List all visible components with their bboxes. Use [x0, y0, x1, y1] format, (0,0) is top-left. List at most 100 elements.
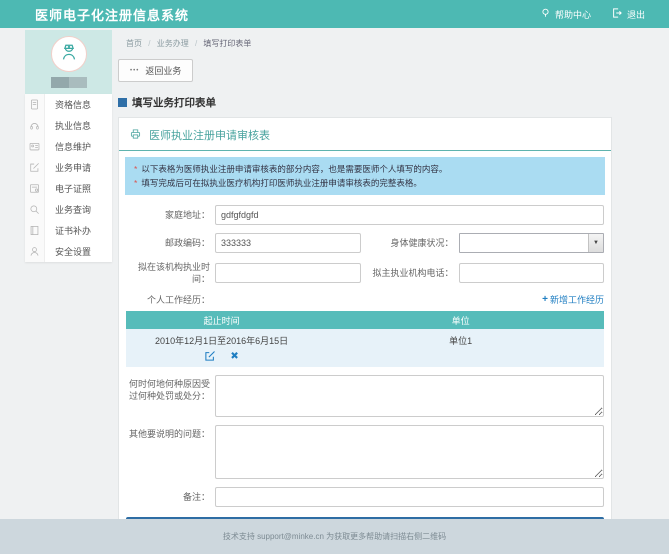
org-phone-field[interactable] — [459, 263, 605, 283]
sidebar-item-business-application[interactable]: 业务申请 — [25, 157, 112, 178]
footer-text: 技术支持 support@minke.cn 为获取更多帮助请扫描右侧二维码 — [223, 531, 446, 542]
top-bar: 医师电子化注册信息系统 帮助中心 退出 — [0, 0, 669, 28]
lightbulb-icon — [540, 7, 551, 21]
certificate-icon — [25, 178, 45, 199]
org-phone-label: 拟主执业机构电话： — [366, 267, 454, 279]
plus-icon: + — [542, 294, 548, 305]
punishment-label: 何时何地何种原因受过何种处罚或处分： — [126, 375, 210, 402]
postal-code-field[interactable] — [215, 233, 361, 253]
sidebar-menu: 资格信息 执业信息 信息维护 业务申请 电子证照 — [25, 94, 112, 262]
id-card-icon — [25, 136, 45, 157]
health-status-label: 身体健康状况： — [366, 237, 454, 249]
practice-time-label: 拟在该机构执业时间： — [126, 261, 210, 285]
home-address-label: 家庭地址： — [126, 209, 210, 221]
postal-code-label: 邮政编码： — [126, 237, 210, 249]
logout-icon — [611, 7, 623, 21]
add-work-experience-label: 新增工作经历 — [550, 293, 604, 306]
sidebar-item-qualification-info[interactable]: 资格信息 — [25, 94, 112, 115]
logout-link[interactable]: 退出 — [611, 7, 645, 21]
help-center-label: 帮助中心 — [555, 8, 591, 21]
content-layout: 资格信息 执业信息 信息维护 业务申请 电子证照 — [0, 28, 669, 548]
sidebar-item-label: 电子证照 — [45, 178, 112, 199]
sidebar-item-label: 资格信息 — [45, 94, 112, 115]
sidebar-item-label: 信息维护 — [45, 136, 112, 157]
form-panel: 医师执业注册申请审核表 * 以下表格为医师执业注册申请审核表的部分内容，也是需要医… — [118, 117, 612, 548]
help-center-link[interactable]: 帮助中心 — [540, 7, 591, 21]
breadcrumb-business[interactable]: 业务办理 — [157, 39, 189, 48]
breadcrumb-current: 填写打印表单 — [203, 39, 251, 48]
punishment-field[interactable] — [215, 375, 604, 417]
sidebar-item-label: 业务申请 — [45, 157, 112, 178]
breadcrumb-separator: / — [195, 39, 197, 48]
asterisk-icon: * — [134, 164, 137, 174]
panel-title: 医师执业注册申请审核表 — [149, 127, 270, 143]
column-period: 起止时间 — [126, 311, 317, 329]
health-status-select[interactable]: ▼ — [459, 233, 605, 253]
sidebar-item-label: 安全设置 — [45, 241, 112, 262]
delete-icon[interactable]: ✖ — [230, 352, 238, 362]
practice-time-field[interactable] — [215, 263, 361, 283]
headset-icon — [25, 115, 45, 136]
other-notes-field[interactable] — [215, 425, 604, 479]
remarks-label: 备注： — [126, 491, 210, 503]
ellipsis-icon: ••• — [130, 68, 139, 74]
search-icon — [25, 199, 45, 220]
work-experience-label: 个人工作经历： — [126, 294, 210, 306]
square-bullet-icon — [118, 98, 127, 107]
sidebar-item-practice-info[interactable]: 执业信息 — [25, 115, 112, 136]
book-icon — [25, 220, 45, 241]
page-title-text: 填写业务打印表单 — [132, 95, 216, 110]
chevron-down-icon[interactable]: ▼ — [588, 234, 603, 252]
notice-box: * 以下表格为医师执业注册申请审核表的部分内容，也是需要医师个人填写的内容。 * 填… — [125, 157, 605, 195]
breadcrumb-separator: / — [148, 39, 150, 48]
edit-form-icon — [25, 157, 45, 178]
notice-text: 以下表格为医师执业注册申请审核表的部分内容，也是需要医师个人填写的内容。 — [141, 164, 447, 174]
row-actions: ✖ — [128, 350, 315, 364]
home-address-field[interactable] — [215, 205, 604, 225]
back-button-label: 返回业务 — [145, 64, 181, 77]
logout-label: 退出 — [627, 8, 645, 21]
page-footer: 技术支持 support@minke.cn 为获取更多帮助请扫描右侧二维码 — [0, 519, 669, 554]
table-header-row: 起止时间 单位 — [126, 311, 604, 329]
doctor-icon — [58, 41, 80, 68]
panel-header: 医师执业注册申请审核表 — [119, 118, 611, 151]
work-experience-header: 个人工作经历： + 新增工作经历 — [126, 293, 604, 306]
back-to-business-button[interactable]: ••• 返回业务 — [118, 59, 193, 82]
sidebar-item-label: 证书补办 — [45, 220, 112, 241]
work-experience-table: 起止时间 单位 2010年12月1日至2016年6月15日 — [126, 311, 604, 367]
notice-line: * 以下表格为医师执业注册申请审核表的部分内容，也是需要医师个人填写的内容。 — [134, 162, 596, 176]
user-profile-box — [25, 30, 112, 94]
sidebar-item-info-maintenance[interactable]: 信息维护 — [25, 136, 112, 157]
period-text: 2010年12月1日至2016年6月15日 — [128, 334, 315, 347]
other-notes-label: 其他要说明的问题： — [126, 425, 210, 440]
sidebar-item-label: 执业信息 — [45, 115, 112, 136]
avatar — [51, 36, 87, 72]
edit-icon[interactable] — [204, 350, 216, 364]
page-title: 填写业务打印表单 — [118, 95, 612, 110]
remarks-field[interactable] — [215, 487, 604, 507]
printer-icon — [129, 128, 142, 143]
app-title: 医师电子化注册信息系统 — [35, 5, 189, 24]
column-unit: 单位 — [317, 311, 604, 329]
main-content: 首页 / 业务办理 / 填写打印表单 ••• 返回业务 填写业务打印表单 — [118, 30, 612, 548]
application-form: 家庭地址： 邮政编码： 身体健康状况： ▼ 拟在该机构执业时间： 拟主执业机构电… — [119, 205, 611, 539]
add-work-experience-link[interactable]: + 新增工作经历 — [542, 293, 604, 306]
app-window: 医师电子化注册信息系统 帮助中心 退出 — [0, 0, 669, 554]
user-icon — [25, 241, 45, 262]
unit-cell: 单位1 — [317, 329, 604, 367]
sidebar-item-security-settings[interactable]: 安全设置 — [25, 241, 112, 262]
notice-text: 填写完成后可在拟执业医疗机构打印医师执业注册申请审核表的完整表格。 — [141, 178, 422, 188]
notice-line: * 填写完成后可在拟执业医疗机构打印医师执业注册申请审核表的完整表格。 — [134, 176, 596, 190]
work-experience-section: 个人工作经历： + 新增工作经历 起止时间 单位 — [126, 293, 604, 367]
period-cell: 2010年12月1日至2016年6月15日 ✖ — [126, 329, 317, 367]
sidebar-item-certificate-reissue[interactable]: 证书补办 — [25, 220, 112, 241]
sidebar-item-e-certificate[interactable]: 电子证照 — [25, 178, 112, 199]
sidebar: 资格信息 执业信息 信息维护 业务申请 电子证照 — [25, 30, 112, 548]
sidebar-item-business-query[interactable]: 业务查询 — [25, 199, 112, 220]
user-name-placeholder — [51, 77, 87, 88]
document-icon — [25, 94, 45, 115]
breadcrumb-home[interactable]: 首页 — [126, 39, 142, 48]
topbar-actions: 帮助中心 退出 — [540, 7, 645, 21]
health-status-value — [460, 234, 589, 252]
asterisk-icon: * — [134, 178, 137, 188]
